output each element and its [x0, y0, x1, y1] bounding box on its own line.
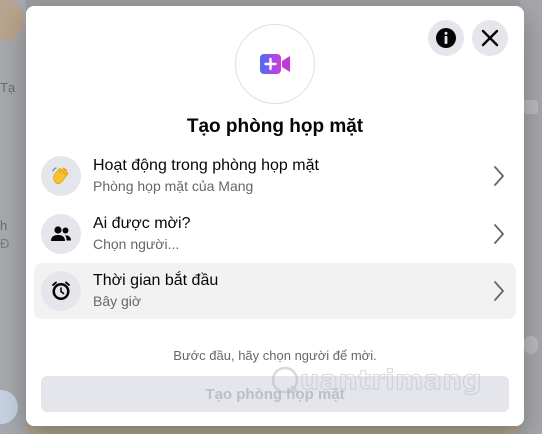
info-icon — [436, 28, 456, 48]
row-text: Hoạt động trong phòng họp mặt Phòng họp … — [93, 156, 319, 196]
background-text: h — [0, 218, 8, 233]
activity-row[interactable]: Hoạt động trong phòng họp mặt Phòng họp … — [34, 148, 516, 204]
row-subtitle: Bây giờ — [93, 293, 142, 309]
background-text: Đ — [0, 236, 10, 251]
chevron-right-icon — [494, 224, 504, 244]
chevron-right-icon — [494, 281, 504, 301]
row-text: Ai được mời? Chọn người... — [93, 214, 191, 254]
watermark: uantrimang — [270, 360, 482, 400]
background-mark — [524, 100, 538, 114]
background-text: Tạ — [0, 80, 16, 95]
row-icon-container — [41, 156, 81, 196]
background-left-column: Tạ h Đ — [0, 0, 26, 434]
watermark-logo-icon — [271, 366, 299, 394]
close-icon — [481, 29, 499, 47]
watermark-text: uantrimang — [299, 364, 483, 396]
row-subtitle: Phòng họp mặt của Mang — [93, 178, 254, 194]
background-avatar — [0, 0, 24, 40]
row-subtitle: Chọn người... — [93, 236, 180, 252]
row-text: Thời gian bắt đầu Bây giờ — [93, 271, 218, 311]
clock-icon — [52, 281, 70, 300]
info-button[interactable] — [428, 20, 464, 56]
people-icon — [51, 226, 71, 241]
row-title: Thời gian bắt đầu — [93, 272, 219, 289]
background-mark — [524, 336, 538, 354]
row-icon-container — [41, 214, 81, 254]
close-button[interactable] — [472, 20, 508, 56]
create-room-dialog: Tạo phòng họp mặt Hoạt động trong phòng … — [26, 6, 524, 426]
video-camera-plus-icon — [260, 54, 290, 74]
waving-hand-icon — [52, 167, 69, 184]
invite-row[interactable]: Ai được mời? Chọn người... — [34, 206, 516, 262]
row-title: Hoạt động trong phòng họp mặt — [93, 157, 319, 174]
background-circle — [0, 390, 18, 424]
row-icon-container — [41, 271, 81, 311]
start-time-row[interactable]: Thời gian bắt đầu Bây giờ — [34, 263, 516, 319]
dialog-title: Tạo phòng họp mặt — [186, 116, 364, 137]
chevron-right-icon — [494, 166, 504, 186]
room-hero — [235, 24, 315, 104]
row-title: Ai được mời? — [93, 215, 191, 232]
